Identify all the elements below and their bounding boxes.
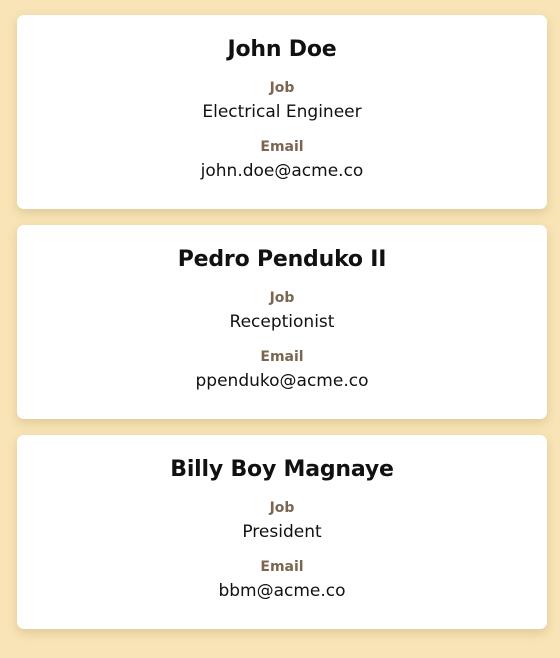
person-card-list: John Doe Job Electrical Engineer Email j… — [17, 15, 547, 629]
person-card: Pedro Penduko II Job Receptionist Email … — [17, 225, 547, 419]
email-label: Email — [260, 559, 304, 575]
email-label: Email — [260, 349, 304, 365]
job-value: Electrical Engineer — [202, 102, 362, 122]
job-label: Job — [269, 290, 295, 306]
email-value: ppenduko@acme.co — [195, 371, 369, 391]
email-label: Email — [260, 139, 304, 155]
person-name: Pedro Penduko II — [177, 247, 387, 272]
person-card: Billy Boy Magnaye Job President Email bb… — [17, 435, 547, 629]
person-card: John Doe Job Electrical Engineer Email j… — [17, 15, 547, 209]
person-name: Billy Boy Magnaye — [170, 457, 394, 482]
job-label: Job — [269, 500, 295, 516]
email-value: john.doe@acme.co — [200, 161, 364, 181]
job-value: Receptionist — [229, 312, 335, 332]
job-label: Job — [269, 80, 295, 96]
person-name: John Doe — [227, 37, 337, 62]
job-value: President — [242, 522, 322, 542]
email-value: bbm@acme.co — [218, 581, 346, 601]
page: { "people": [ { "name": "John Doe", "job… — [0, 0, 560, 658]
